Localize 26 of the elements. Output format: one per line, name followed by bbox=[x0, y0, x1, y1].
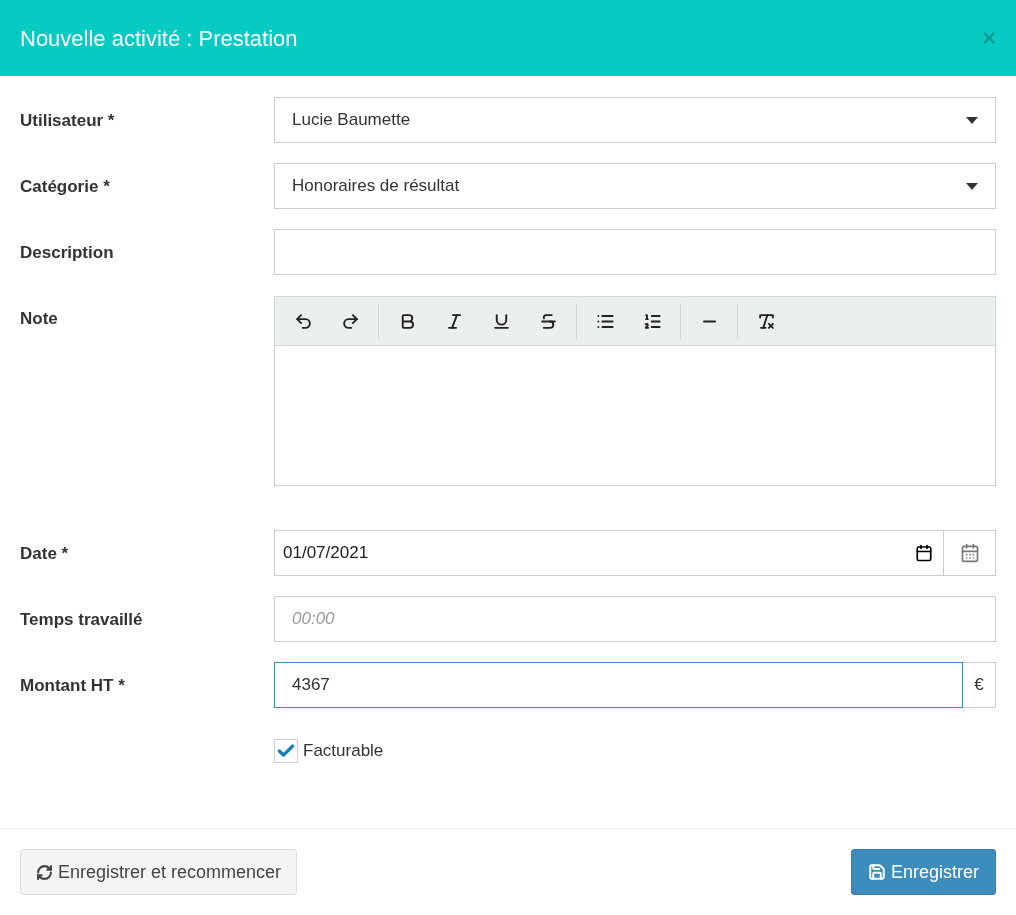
refresh-icon bbox=[36, 863, 53, 881]
save-icon bbox=[867, 863, 886, 881]
field-label: Catégorie * bbox=[20, 177, 110, 196]
date-field[interactable]: 01/07/2021 bbox=[274, 530, 944, 576]
field-label: Utilisateur * bbox=[20, 111, 115, 130]
field-label: Date * bbox=[20, 544, 69, 563]
select-field[interactable]: Lucie Baumette bbox=[274, 97, 996, 143]
input-field[interactable]: 00:00 bbox=[274, 596, 996, 642]
field-label: Description bbox=[20, 243, 114, 262]
caret-icon bbox=[966, 116, 978, 124]
calendar-addon[interactable] bbox=[944, 530, 996, 576]
select-field[interactable]: Honoraires de résultat bbox=[274, 163, 996, 209]
input-field[interactable]: 4367 bbox=[274, 662, 963, 708]
calendar-icon[interactable] bbox=[915, 544, 933, 562]
save-button[interactable]: Enregistrer bbox=[850, 849, 996, 895]
checkbox[interactable] bbox=[274, 738, 298, 763]
save-and-restart-button[interactable]: Enregistrer et recommencer bbox=[20, 849, 298, 895]
field-label: Montant HT * bbox=[20, 676, 125, 695]
caret-icon bbox=[966, 182, 978, 190]
input-field[interactable] bbox=[274, 229, 996, 275]
dialog-title: Nouvelle activité : Prestation bbox=[20, 24, 298, 53]
field-label: Temps travaillé bbox=[20, 610, 143, 629]
currency-addon: € bbox=[963, 662, 996, 708]
calendar-icon bbox=[959, 543, 980, 563]
checkbox-label: Facturable bbox=[303, 740, 384, 762]
field-label: Note bbox=[20, 309, 58, 328]
